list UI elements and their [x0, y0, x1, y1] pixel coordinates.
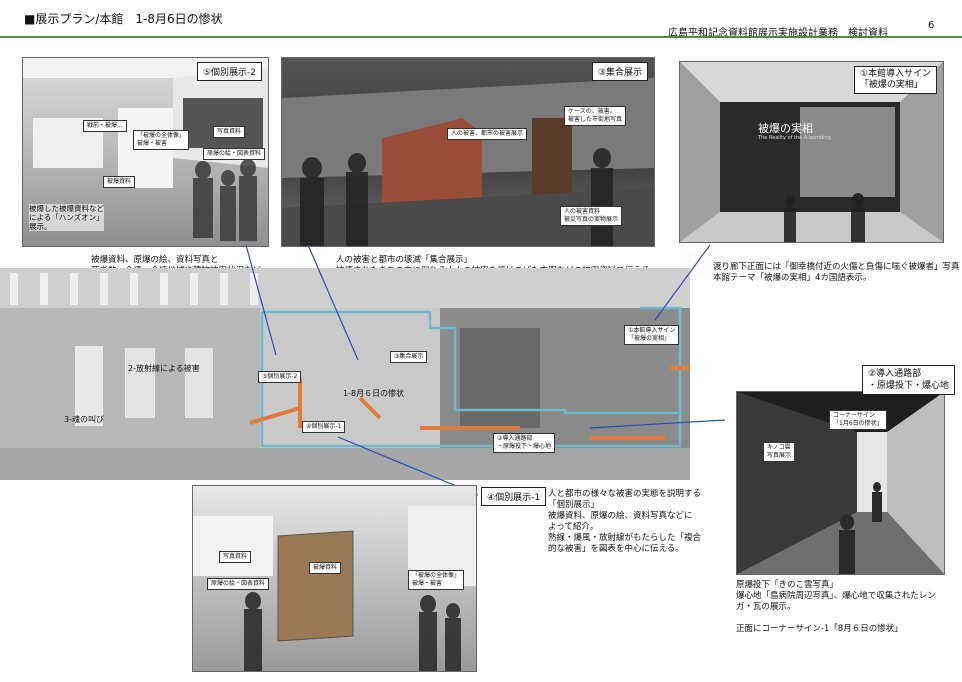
- photo-4-label-d: 「被爆の全体像」 被爆・被害: [408, 570, 465, 590]
- photo-2-tag: ②導入通路部 ・原爆投下・爆心地: [862, 365, 956, 395]
- photo-2-label-b: キノコ雲 写真展示: [763, 442, 796, 462]
- caption-individual-1: 人と都市の様々な被害の実態を説明する 「個別展示」 被爆資料、原爆の絵、資料写真…: [548, 489, 702, 554]
- caption-intro-corridor: 原爆投下「きのこ雲写真」 爆心地「島病院周辺写真」、爆心地で収集されたレン ガ・…: [736, 580, 936, 634]
- photo-individual-exhibit-1: 写真資料 原爆の絵・図表資料 被爆資料 「被爆の全体像」 被爆・被害: [192, 485, 477, 672]
- photo-4-tag: ④個別展示-1: [481, 487, 547, 506]
- photo-4-label-c: 被爆資料: [309, 562, 342, 574]
- photo-intro-corridor: コーナーサイン 「1月6日の惨状」 キノコ雲 写真展示: [736, 391, 945, 575]
- photo-4-label-b: 原爆の絵・図表資料: [207, 578, 270, 590]
- photo-4-label-a: 写真資料: [219, 551, 252, 563]
- photo-2-label-a: コーナーサイン 「1月6日の惨状」: [829, 410, 887, 430]
